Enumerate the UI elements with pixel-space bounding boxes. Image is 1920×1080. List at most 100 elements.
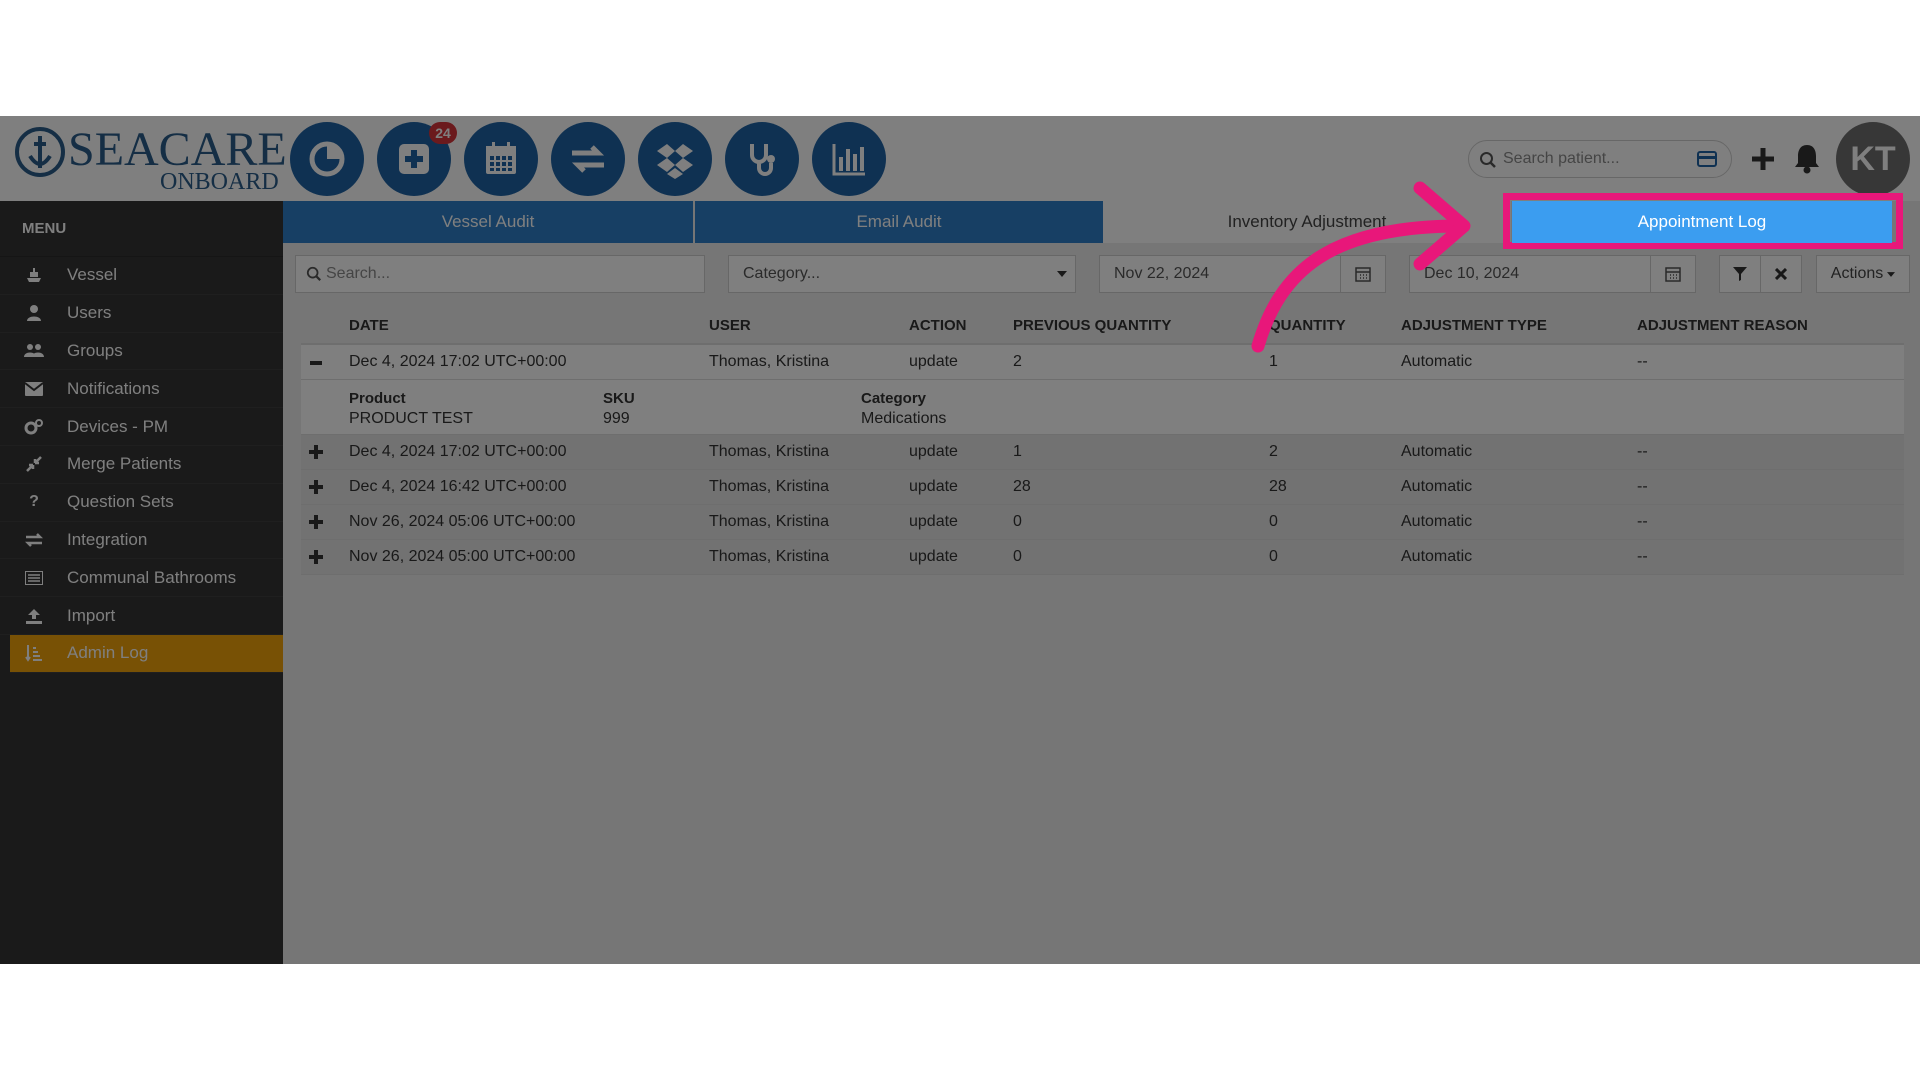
sidebar-item-merge-patients[interactable]: Merge Patients <box>0 446 283 484</box>
row-adjustment-reason: -- <box>1637 513 1648 530</box>
app-window: SEACARE ONBOARD 24 Search patient... KT … <box>0 116 1920 964</box>
bell-icon[interactable] <box>1792 142 1822 174</box>
sidebar-item-admin-log[interactable]: Admin Log <box>10 634 283 673</box>
table-row[interactable]: Nov 26, 2024 05:06 UTC+00:00 Thomas, Kri… <box>301 505 1904 540</box>
user-icon <box>24 303 44 323</box>
sidebar-item-label: Groups <box>67 340 123 360</box>
patient-search-input[interactable] <box>1503 147 1693 171</box>
col-user[interactable]: USER <box>709 317 751 334</box>
sort-icon <box>24 643 44 663</box>
user-avatar[interactable]: KT <box>1836 122 1910 196</box>
patient-search-box[interactable] <box>1468 140 1732 178</box>
tab-appointment-log[interactable]: Appointment Log <box>1512 201 1892 243</box>
tab-inventory-adjustment[interactable]: Inventory Adjustment <box>1103 201 1511 243</box>
seacare-logo[interactable]: SEACARE ONBOARD <box>12 122 287 198</box>
collapse-minus-icon[interactable] <box>307 354 325 372</box>
calendar-button[interactable] <box>464 122 538 196</box>
tab-email-audit[interactable]: Email Audit <box>695 201 1103 243</box>
sidebar-item-vessel[interactable]: Vessel <box>0 257 283 295</box>
main-content: Vessel Audit Email Audit Inventory Adjus… <box>283 201 1920 964</box>
date-to-field[interactable]: Dec 10, 2024 <box>1409 255 1651 293</box>
reports-button[interactable] <box>812 122 886 196</box>
tab-vessel-audit[interactable]: Vessel Audit <box>283 201 693 243</box>
row-date: Nov 26, 2024 05:06 UTC+00:00 <box>349 513 576 530</box>
row-adjustment-reason: -- <box>1637 548 1648 565</box>
category-select[interactable]: Category... <box>728 255 1076 293</box>
col-adjustment-reason[interactable]: ADJUSTMENT REASON <box>1637 317 1808 334</box>
clear-filter-button[interactable] <box>1760 255 1802 293</box>
id-card-icon[interactable] <box>1697 151 1717 167</box>
table-header-row: DATE USER ACTION PREVIOUS QUANTITY QUANT… <box>301 307 1904 345</box>
sidebar-item-devices-pm[interactable]: Devices - PM <box>0 408 283 446</box>
compress-icon <box>24 454 44 474</box>
sidebar-item-groups[interactable]: Groups <box>0 333 283 371</box>
row-quantity: 0 <box>1269 513 1278 530</box>
actions-dropdown[interactable]: Actions <box>1816 255 1910 293</box>
brand-name: SEACARE <box>68 123 287 176</box>
row-user: Thomas, Kristina <box>709 548 830 565</box>
new-encounter-button[interactable]: 24 <box>377 122 457 196</box>
row-quantity: 28 <box>1269 478 1287 495</box>
inventory-adjustment-table: DATE USER ACTION PREVIOUS QUANTITY QUANT… <box>301 307 1904 575</box>
table-row[interactable]: Dec 4, 2024 17:02 UTC+00:00 Thomas, Kris… <box>301 345 1904 380</box>
exchange-icon <box>24 530 44 550</box>
ship-icon <box>24 265 44 285</box>
expand-plus-icon[interactable] <box>307 513 325 531</box>
transfer-arrows-icon <box>571 145 605 173</box>
detail-category-value: Medications <box>861 410 947 427</box>
sidebar-item-communal-bathrooms[interactable]: Communal Bathrooms <box>0 559 283 598</box>
row-user: Thomas, Kristina <box>709 478 830 495</box>
sidebar-item-users[interactable]: Users <box>0 295 283 333</box>
medical-button[interactable] <box>725 122 799 196</box>
row-action: update <box>909 478 958 495</box>
col-action[interactable]: ACTION <box>909 317 967 334</box>
stethoscope-icon <box>750 144 775 176</box>
add-icon[interactable] <box>1748 144 1778 174</box>
expand-plus-icon[interactable] <box>307 443 325 461</box>
row-user: Thomas, Kristina <box>709 513 830 530</box>
filter-icon <box>1733 267 1747 281</box>
date-to-calendar-button[interactable] <box>1650 255 1696 293</box>
actions-label: Actions <box>1830 265 1884 282</box>
sidebar-item-import[interactable]: Import <box>0 597 283 635</box>
table-row[interactable]: Nov 26, 2024 05:00 UTC+00:00 Thomas, Kri… <box>301 540 1904 575</box>
upload-icon <box>24 606 44 626</box>
calendar-icon <box>1355 267 1371 282</box>
filter-toolbar: Category... Nov 22, 2024 Dec 10, 2024 <box>283 243 1920 305</box>
row-adjustment-reason: -- <box>1637 353 1648 370</box>
date-from-field[interactable]: Nov 22, 2024 <box>1099 255 1341 293</box>
table-row[interactable]: Dec 4, 2024 17:02 UTC+00:00 Thomas, Kris… <box>301 435 1904 470</box>
filter-button[interactable] <box>1719 255 1761 293</box>
table-search-box[interactable] <box>295 255 705 293</box>
table-row[interactable]: Dec 4, 2024 16:42 UTC+00:00 Thomas, Kris… <box>301 470 1904 505</box>
expand-plus-icon[interactable] <box>307 478 325 496</box>
sidebar-item-label: Devices - PM <box>67 416 169 436</box>
date-from-calendar-button[interactable] <box>1340 255 1386 293</box>
row-previous-quantity: 0 <box>1013 548 1022 565</box>
col-quantity[interactable]: QUANTITY <box>1269 317 1346 334</box>
detail-category-label: Category <box>861 390 927 407</box>
expand-plus-icon[interactable] <box>307 548 325 566</box>
sidebar-item-label: Notifications <box>67 378 160 398</box>
dashboard-button[interactable] <box>290 122 364 196</box>
table-search-input[interactable] <box>326 256 704 292</box>
dashboard-pie-icon <box>309 141 345 177</box>
users-icon <box>24 341 44 361</box>
caret-down-icon <box>1887 271 1896 277</box>
list-icon <box>24 568 44 588</box>
transfer-button[interactable] <box>551 122 625 196</box>
col-date[interactable]: DATE <box>349 317 389 334</box>
bar-chart-icon <box>832 144 865 176</box>
medical-plus-icon <box>399 144 429 174</box>
col-previous-quantity[interactable]: PREVIOUS QUANTITY <box>1013 317 1171 334</box>
inventory-button[interactable] <box>638 122 712 196</box>
row-action: update <box>909 513 958 530</box>
sidebar-item-notifications[interactable]: Notifications <box>0 370 283 409</box>
col-adjustment-type[interactable]: ADJUSTMENT TYPE <box>1401 317 1547 334</box>
sidebar-item-integration[interactable]: Integration <box>0 522 283 560</box>
caret-down-icon <box>1057 271 1067 277</box>
date-to-value: Dec 10, 2024 <box>1424 265 1520 282</box>
sidebar-item-question-sets[interactable]: ? Question Sets <box>0 484 283 522</box>
row-adjustment-reason: -- <box>1637 443 1648 460</box>
category-select-value: Category... <box>743 265 821 282</box>
